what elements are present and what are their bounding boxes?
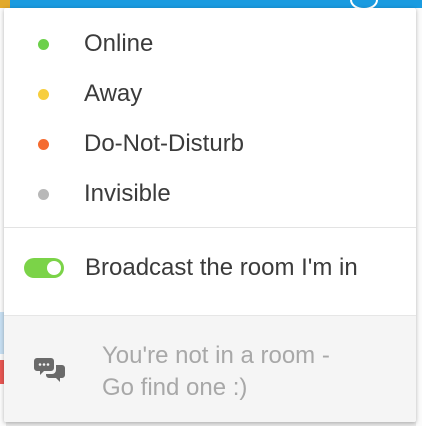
current-room-panel: You're not in a room - Go find one :) bbox=[4, 315, 416, 422]
status-list: Online Away Do-Not-Disturb Invisible bbox=[4, 8, 416, 219]
status-option-online[interactable]: Online bbox=[4, 19, 416, 69]
status-label: Invisible bbox=[84, 180, 171, 207]
status-dot-online bbox=[38, 38, 49, 50]
status-label: Away bbox=[84, 80, 143, 107]
status-option-away[interactable]: Away bbox=[4, 69, 416, 119]
broadcast-label: Broadcast the room I'm in bbox=[85, 254, 358, 281]
no-room-message: You're not in a room - Go find one :) bbox=[102, 340, 402, 404]
no-room-message-line: You're not in a room - bbox=[102, 342, 330, 369]
status-popup: Online Away Do-Not-Disturb Invisible Bro… bbox=[4, 8, 416, 422]
broadcast-toggle[interactable] bbox=[24, 258, 64, 278]
status-option-do-not-disturb[interactable]: Do-Not-Disturb bbox=[4, 119, 416, 169]
status-label: Online bbox=[84, 30, 154, 57]
status-dot-do-not-disturb bbox=[38, 138, 49, 150]
broadcast-row: Broadcast the room I'm in bbox=[4, 228, 416, 308]
status-dot-invisible bbox=[38, 188, 49, 200]
no-room-message-line: Go find one :) bbox=[102, 374, 248, 401]
app-right-pane bbox=[416, 8, 422, 426]
status-label: Do-Not-Disturb bbox=[84, 130, 245, 157]
chat-bubbles-icon bbox=[34, 358, 65, 382]
status-option-invisible[interactable]: Invisible bbox=[4, 169, 416, 219]
status-dot-away bbox=[38, 88, 49, 100]
toggle-knob bbox=[47, 261, 61, 275]
